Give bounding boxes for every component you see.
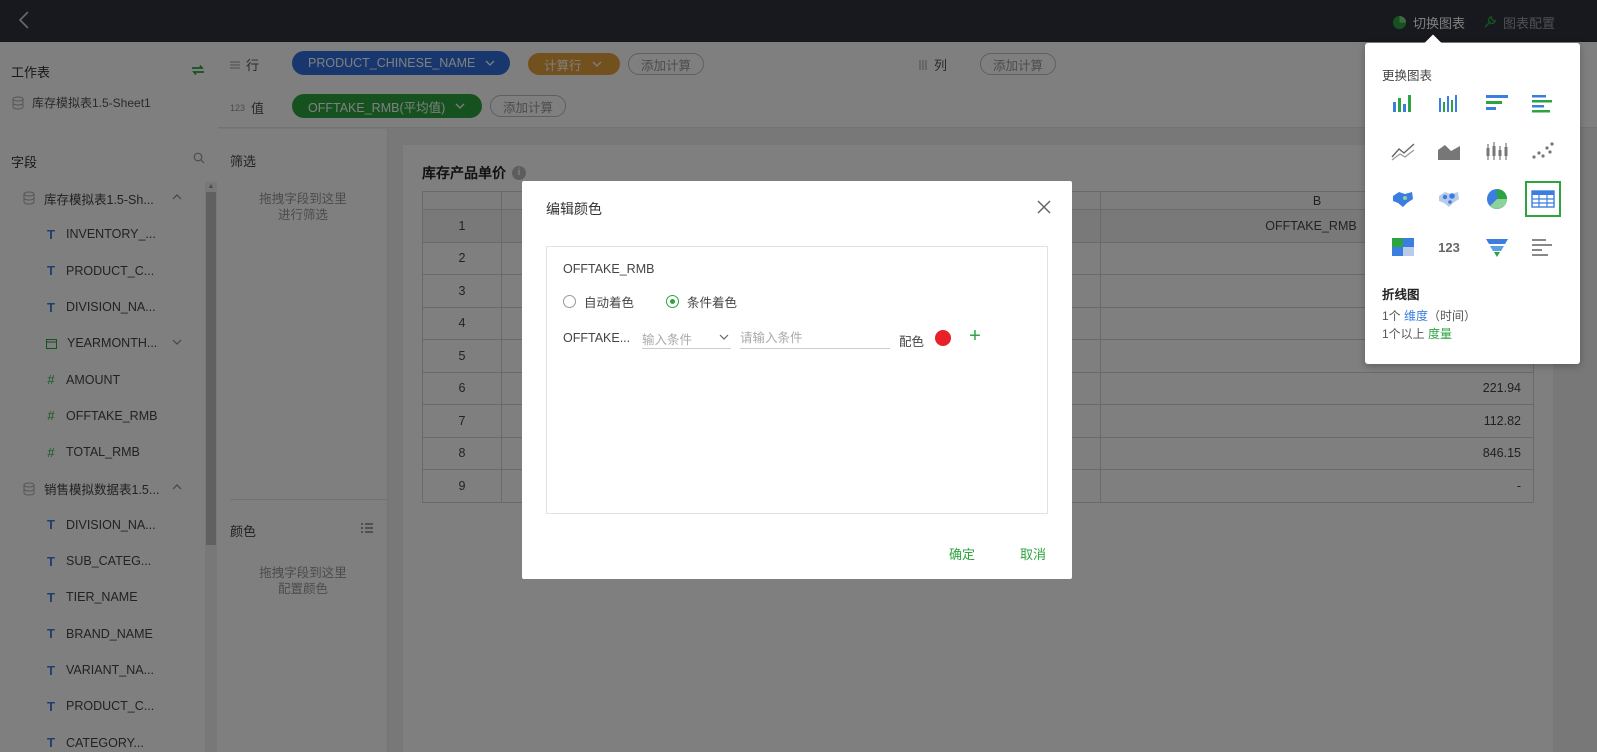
number-card-text: 123 [1438, 239, 1460, 255]
condition-value-input[interactable] [740, 327, 890, 349]
req-measure-pre: 1个以上 [1382, 327, 1429, 341]
heatmap-chart-icon[interactable] [1385, 229, 1421, 265]
chart-switch-popup: 更换图表 123 折线图 1个 维度（时间） 1个以上 度量 [1365, 43, 1580, 364]
color-field-name: OFFTAKE_RMB [563, 262, 655, 276]
condition-row: OFFTAKE... 输入条件 配色 + [563, 326, 1043, 351]
gantt-chart-icon[interactable] [1525, 229, 1561, 265]
chart-requirement-dim: 1个 维度（时间） [1382, 307, 1476, 324]
stacked-horizontal-bar-icon[interactable] [1525, 85, 1561, 121]
chart-requirement-measure: 1个以上 度量 [1382, 325, 1452, 342]
radio-auto-color[interactable]: 自动着色 [563, 292, 634, 311]
color-mode-radios: 自动着色 条件着色 [563, 292, 737, 311]
pie-chart-icon[interactable] [1479, 181, 1515, 217]
dialog-title: 编辑颜色 [546, 201, 602, 217]
selected-chart-name: 折线图 [1382, 288, 1420, 302]
condition-select-text: 输入条件 [642, 333, 693, 347]
line-chart-icon[interactable] [1385, 133, 1421, 169]
map-chart-icon[interactable] [1385, 181, 1421, 217]
req-dim-keyword: 维度 [1404, 309, 1429, 323]
radio-circle-icon [563, 295, 576, 308]
table-chart-icon[interactable] [1525, 181, 1561, 217]
area-chart-icon[interactable] [1431, 133, 1467, 169]
radio-cond-label: 条件着色 [687, 296, 738, 310]
bar-chart-icon[interactable] [1385, 85, 1421, 121]
color-swatch[interactable] [935, 330, 951, 346]
radio-condition-color[interactable]: 条件着色 [666, 292, 737, 311]
add-condition-icon[interactable]: + [966, 326, 984, 346]
condition-operator-select[interactable]: 输入条件 [642, 327, 731, 349]
radio-checked-icon [666, 295, 680, 308]
number-card-icon[interactable]: 123 [1431, 229, 1467, 265]
req-dim-post: （时间） [1428, 309, 1477, 323]
stacked-bar-chart-icon[interactable] [1431, 85, 1467, 121]
scatter-chart-icon[interactable] [1525, 133, 1561, 169]
condition-field: OFFTAKE... [563, 331, 631, 345]
popup-title: 更换图表 [1382, 69, 1433, 83]
radio-auto-label: 自动着色 [584, 296, 635, 310]
horizontal-bar-chart-icon[interactable] [1479, 85, 1515, 121]
ok-button[interactable]: 确定 [949, 544, 975, 563]
funnel-chart-icon[interactable] [1479, 229, 1515, 265]
close-icon[interactable] [1036, 199, 1052, 215]
edit-color-dialog: 编辑颜色 OFFTAKE_RMB 自动着色 条件着色 OFFTAKE... 输入… [522, 181, 1072, 579]
req-dim-pre: 1个 [1382, 309, 1405, 323]
req-measure-keyword: 度量 [1428, 327, 1453, 341]
cancel-button[interactable]: 取消 [1020, 544, 1046, 563]
chevron-down-icon [719, 334, 729, 340]
bubble-map-icon[interactable] [1431, 181, 1467, 217]
color-label: 配色 [899, 335, 925, 349]
color-config-box: OFFTAKE_RMB 自动着色 条件着色 OFFTAKE... 输入条件 配色… [546, 246, 1048, 514]
candlestick-chart-icon[interactable] [1479, 133, 1515, 169]
